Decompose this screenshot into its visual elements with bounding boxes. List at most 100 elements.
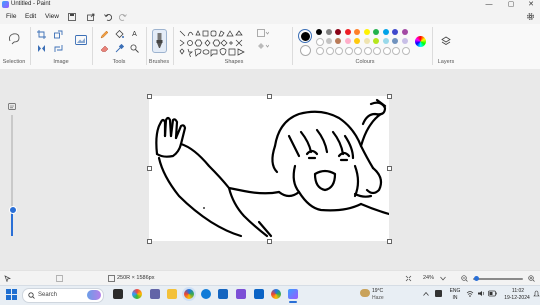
palette-swatch[interactable] bbox=[401, 29, 408, 35]
palette-swatch[interactable] bbox=[373, 38, 379, 44]
palette-swatch[interactable] bbox=[325, 29, 332, 35]
text-tool-icon[interactable]: A bbox=[130, 30, 139, 39]
palette-swatch[interactable] bbox=[344, 38, 351, 44]
primary-color-ring[interactable] bbox=[298, 29, 312, 43]
custom-color-slot[interactable] bbox=[401, 47, 410, 55]
selection-icon[interactable] bbox=[7, 32, 21, 46]
palette-swatch[interactable] bbox=[392, 38, 398, 44]
brushes-button[interactable] bbox=[152, 29, 167, 53]
palette-swatch[interactable] bbox=[382, 38, 389, 44]
resize-handle[interactable] bbox=[387, 239, 392, 244]
drawing-canvas[interactable] bbox=[149, 96, 391, 241]
brush-size-slider-thumb[interactable] bbox=[9, 206, 17, 214]
language-region[interactable]: IN bbox=[448, 295, 462, 301]
palette-swatch[interactable] bbox=[335, 29, 341, 35]
clock-date[interactable]: 19-12-2024 bbox=[500, 295, 534, 301]
crop-icon[interactable] bbox=[37, 30, 46, 39]
resize-handle[interactable] bbox=[267, 239, 272, 244]
zoom-in-icon[interactable] bbox=[528, 275, 535, 282]
pencil-icon[interactable] bbox=[100, 30, 109, 39]
close-button[interactable]: ✕ bbox=[524, 0, 538, 10]
palette-swatch[interactable] bbox=[344, 29, 351, 35]
palette-swatch[interactable] bbox=[382, 29, 389, 35]
maximize-button[interactable]: ▢ bbox=[504, 0, 518, 10]
palette-swatch[interactable] bbox=[363, 38, 370, 44]
chrome-profile-icon[interactable] bbox=[271, 289, 281, 299]
wifi-icon[interactable] bbox=[466, 290, 474, 297]
resize-handle[interactable] bbox=[147, 239, 152, 244]
zoom-slider-track[interactable] bbox=[473, 278, 523, 280]
custom-color-slot[interactable] bbox=[373, 47, 381, 55]
paint-taskbar-icon[interactable] bbox=[288, 289, 298, 299]
custom-color-slot[interactable] bbox=[354, 47, 362, 55]
minimize-button[interactable]: — bbox=[482, 0, 496, 10]
resize-handle[interactable] bbox=[267, 94, 272, 99]
resize-handle[interactable] bbox=[387, 166, 392, 171]
edit-colors-icon[interactable] bbox=[415, 36, 426, 47]
palette-swatch[interactable] bbox=[363, 29, 370, 35]
resize-icon[interactable] bbox=[54, 30, 63, 39]
palette-swatch[interactable] bbox=[354, 29, 360, 35]
custom-color-slot[interactable] bbox=[392, 47, 400, 55]
teams-icon[interactable] bbox=[150, 289, 160, 299]
battery-icon[interactable] bbox=[488, 290, 497, 297]
custom-color-slot[interactable] bbox=[316, 47, 324, 55]
custom-color-slot[interactable] bbox=[344, 47, 353, 55]
menu-file[interactable]: File bbox=[6, 13, 16, 20]
palette-swatch[interactable] bbox=[373, 29, 379, 35]
edge-icon[interactable] bbox=[201, 289, 211, 299]
app-tray-icon[interactable] bbox=[434, 289, 443, 298]
image-select-icon[interactable] bbox=[75, 34, 87, 46]
file-explorer-icon[interactable] bbox=[167, 289, 177, 299]
app-purple-icon[interactable] bbox=[236, 289, 246, 299]
menu-edit[interactable]: Edit bbox=[25, 13, 36, 20]
palette-swatch[interactable] bbox=[392, 29, 398, 35]
task-view-icon[interactable] bbox=[113, 289, 123, 299]
zoom-slider-thumb[interactable] bbox=[474, 276, 479, 281]
share-icon[interactable] bbox=[87, 13, 95, 21]
clock-time[interactable]: 11:02 bbox=[505, 288, 531, 294]
palette-swatch[interactable] bbox=[335, 38, 341, 44]
shape-fill-icon[interactable] bbox=[257, 42, 269, 51]
magnifier-icon[interactable] bbox=[130, 44, 139, 53]
palette-swatch[interactable] bbox=[316, 38, 324, 46]
palette-swatch[interactable] bbox=[325, 38, 332, 44]
redo-icon[interactable] bbox=[119, 13, 127, 21]
flip-icon[interactable] bbox=[37, 44, 46, 53]
custom-color-slot[interactable] bbox=[335, 47, 343, 55]
fill-bucket-icon[interactable] bbox=[115, 30, 124, 39]
language-code[interactable]: ENG bbox=[448, 288, 462, 294]
fit-to-window-icon[interactable] bbox=[405, 275, 412, 282]
copilot-icon[interactable] bbox=[132, 289, 142, 299]
settings-gear-icon[interactable] bbox=[526, 12, 535, 21]
notification-bell-icon[interactable] bbox=[533, 290, 540, 298]
windows-start-icon[interactable] bbox=[6, 289, 17, 300]
palette-swatch[interactable] bbox=[316, 29, 322, 35]
custom-color-slot[interactable] bbox=[363, 47, 372, 55]
zoom-out-icon[interactable] bbox=[461, 275, 468, 282]
shapes-gallery[interactable] bbox=[179, 29, 249, 57]
menu-view[interactable]: View bbox=[45, 13, 59, 20]
resize-handle[interactable] bbox=[147, 166, 152, 171]
zoom-dropdown-chevron-icon[interactable] bbox=[440, 276, 446, 281]
undo-icon[interactable] bbox=[104, 13, 112, 21]
custom-color-slot[interactable] bbox=[325, 47, 334, 55]
show-hidden-icons-chevron-icon[interactable] bbox=[423, 292, 429, 296]
weather-icon[interactable] bbox=[360, 289, 370, 297]
taskbar-search-box[interactable]: Search bbox=[22, 288, 104, 303]
shape-outline-icon[interactable] bbox=[257, 29, 269, 38]
save-icon[interactable] bbox=[68, 13, 76, 21]
palette-swatch[interactable] bbox=[354, 38, 360, 44]
rotate-icon[interactable] bbox=[54, 44, 63, 53]
eraser-icon[interactable] bbox=[100, 44, 109, 53]
custom-color-slot[interactable] bbox=[382, 47, 391, 55]
outlook-icon[interactable] bbox=[218, 289, 228, 299]
speaker-icon[interactable] bbox=[477, 290, 485, 297]
resize-handle[interactable] bbox=[147, 94, 152, 99]
palette-swatch[interactable] bbox=[401, 38, 408, 44]
color-picker-icon[interactable] bbox=[115, 44, 124, 53]
layers-icon[interactable] bbox=[441, 36, 451, 46]
secondary-color-swatch[interactable] bbox=[300, 45, 311, 56]
chrome-icon[interactable] bbox=[184, 289, 194, 299]
store-icon[interactable] bbox=[254, 289, 264, 299]
